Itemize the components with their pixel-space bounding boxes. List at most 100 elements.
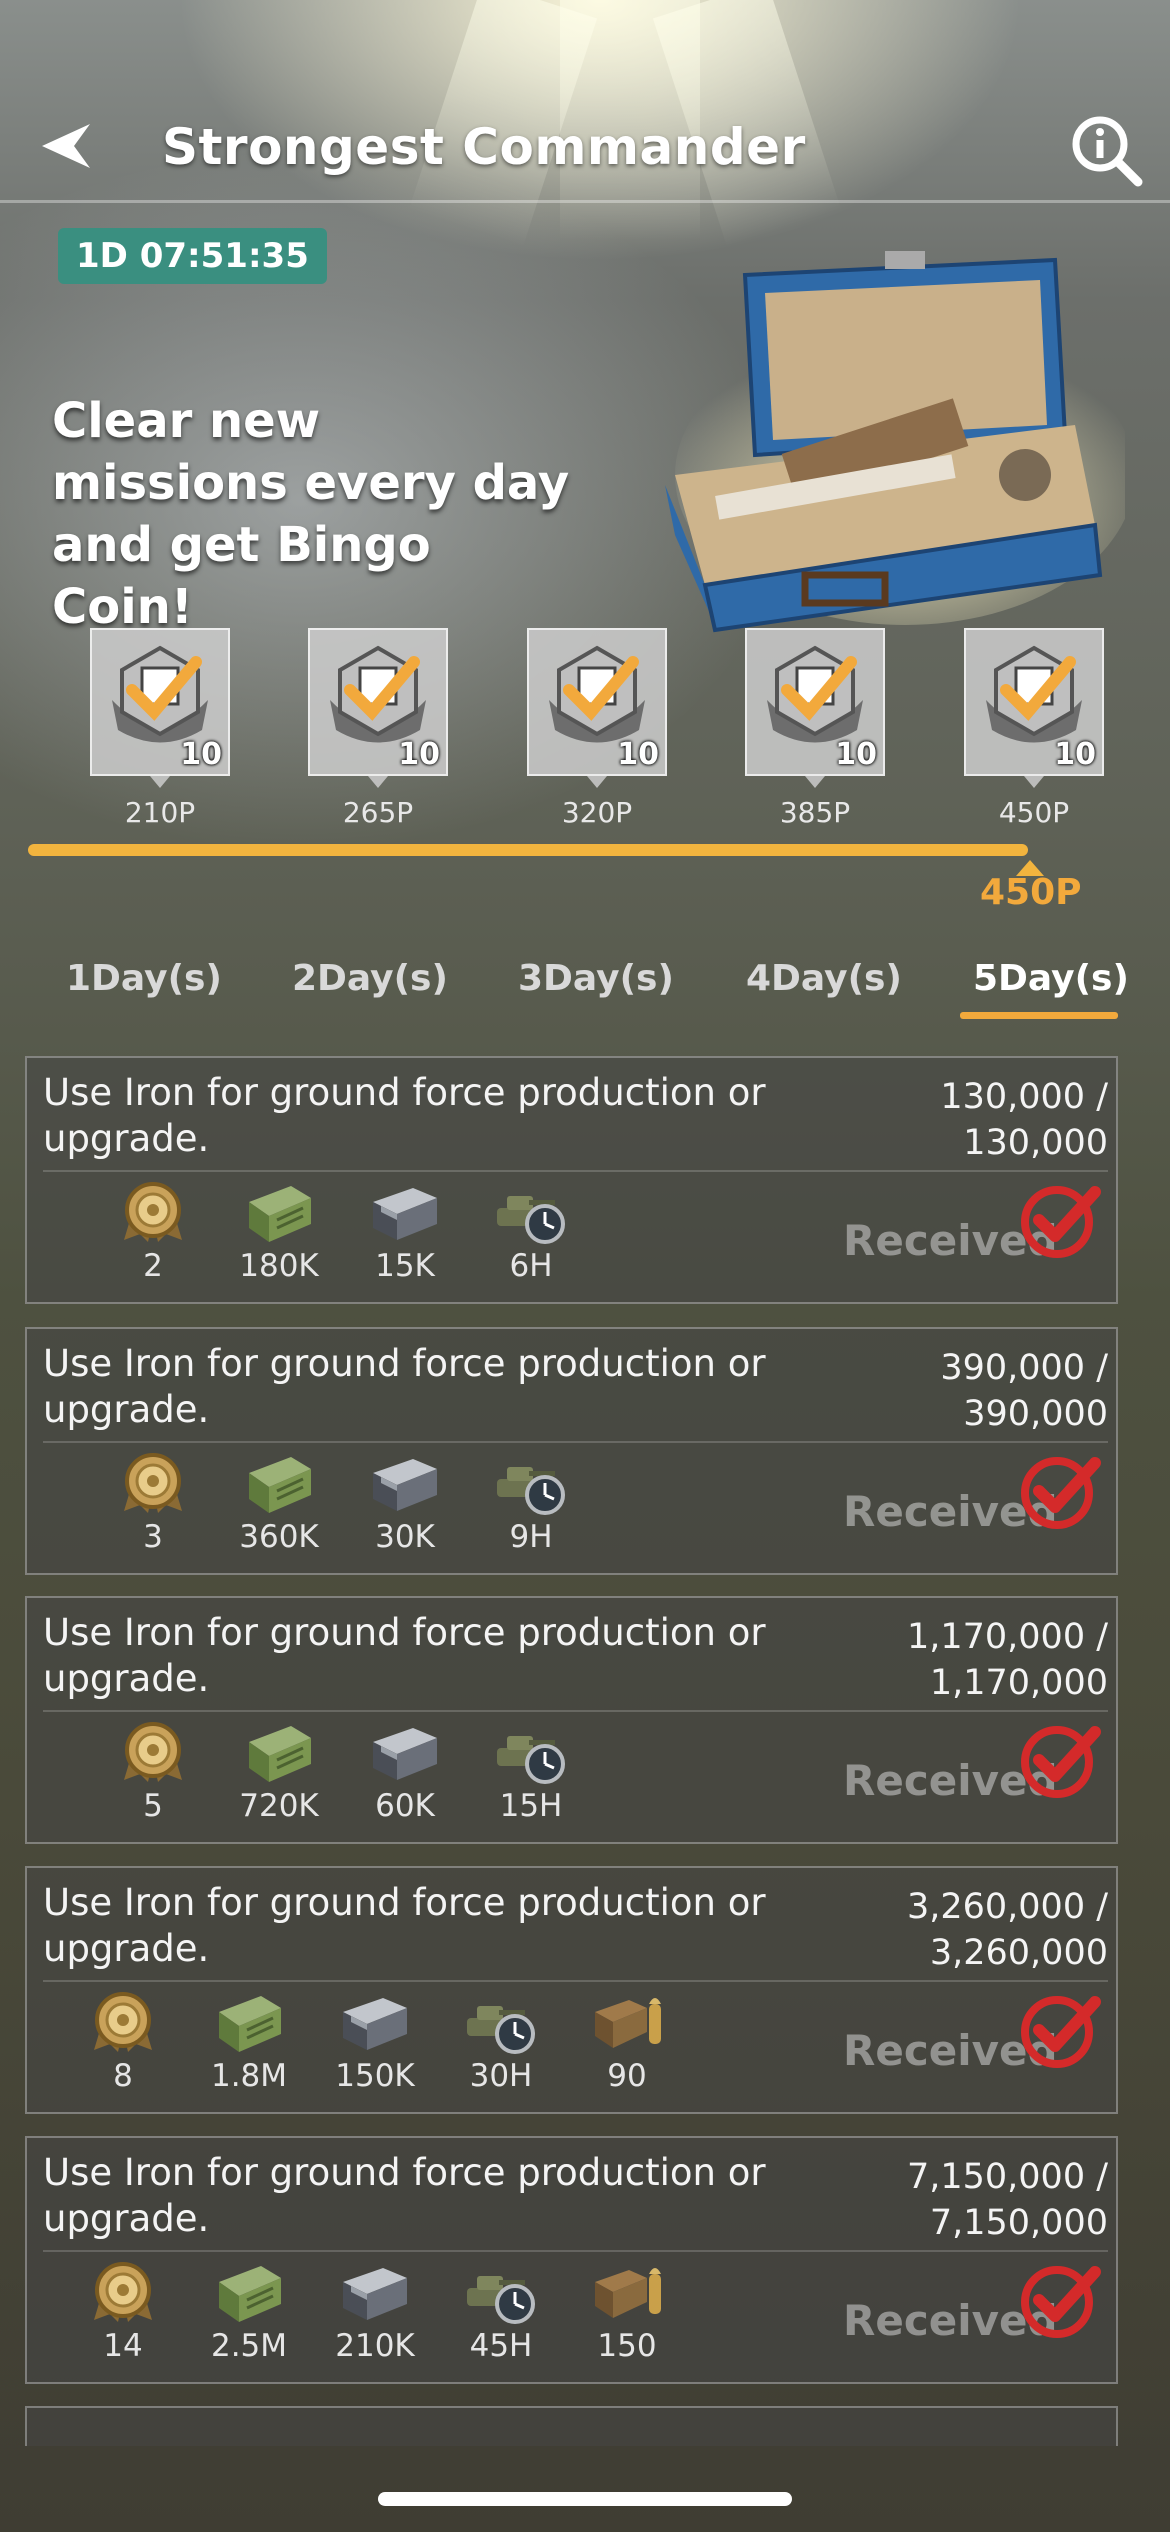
tab-day-4[interactable]: 4Day(s)	[746, 958, 902, 999]
milestone-qty: 10	[398, 737, 440, 772]
mission-card: Use Iron for ground force production or …	[25, 1866, 1118, 2114]
iron-ingot-icon	[355, 1720, 455, 1786]
mission-progress-current: 7,150,000 /	[906, 2157, 1108, 2197]
supply-crate-icon	[229, 1451, 329, 1517]
reward-value: 9H	[509, 1519, 553, 1555]
reward-value: 360K	[239, 1519, 319, 1555]
ammo-box-icon	[577, 2260, 677, 2326]
reward-value: 720K	[239, 1788, 319, 1824]
reward-value: 45H	[469, 2328, 533, 2364]
home-indicator[interactable]	[378, 2492, 792, 2506]
active-tab-indicator	[960, 1012, 1118, 1019]
reward-item[interactable]: 9H	[481, 1451, 581, 1555]
speedup-tank-clock-icon	[451, 2260, 551, 2326]
mission-progress-current: 130,000 /	[940, 1077, 1108, 1117]
mission-card	[25, 2406, 1118, 2446]
reward-item[interactable]: 210K	[325, 2260, 425, 2364]
milestone-points: 450P	[998, 796, 1070, 829]
reward-item[interactable]: 15H	[481, 1720, 581, 1824]
reward-item[interactable]: 360K	[229, 1451, 329, 1555]
reward-value: 8	[113, 2058, 133, 2094]
reward-value: 15H	[499, 1788, 563, 1824]
mission-description: Use Iron for ground force production or …	[43, 1342, 766, 1431]
mission-divider	[43, 1980, 1108, 1982]
mission-progress: 130,000 / 130,000	[808, 1074, 1108, 1166]
iron-ingot-icon	[355, 1451, 455, 1517]
mission-progress-target: 7,150,000	[929, 2203, 1108, 2243]
speedup-tank-clock-icon	[481, 1180, 581, 1246]
tab-day-5[interactable]: 5Day(s)	[973, 958, 1129, 999]
medal-coin-icon	[103, 1180, 203, 1246]
bingo-coin-icon	[330, 645, 426, 743]
completed-check-icon	[1017, 1718, 1101, 1802]
mission-progress-current: 390,000 /	[940, 1348, 1108, 1388]
completed-check-icon	[1017, 1988, 1101, 2072]
speedup-tank-clock-icon	[481, 1720, 581, 1786]
milestone-reward[interactable]: 10	[964, 628, 1104, 788]
reward-item[interactable]: 60K	[355, 1720, 455, 1824]
mission-progress-current: 1,170,000 /	[906, 1617, 1108, 1657]
medal-coin-icon	[103, 1720, 203, 1786]
reward-item[interactable]: 30K	[355, 1451, 455, 1555]
completed-check-icon	[1017, 1178, 1101, 1262]
reward-item[interactable]: 720K	[229, 1720, 329, 1824]
reward-value: 150K	[335, 2058, 415, 2094]
event-timer: 1D 07:51:35	[58, 228, 327, 284]
mission-card: Use Iron for ground force production or …	[25, 1596, 1118, 1844]
reward-item[interactable]: 14	[73, 2260, 173, 2364]
reward-value: 30K	[375, 1519, 435, 1555]
reward-item[interactable]: 2	[103, 1180, 203, 1284]
page-title: Strongest Commander	[162, 118, 806, 176]
mission-progress-target: 1,170,000	[929, 1663, 1108, 1703]
reward-chest-icon	[665, 251, 1125, 633]
back-arrow-icon[interactable]	[40, 122, 92, 170]
mission-card: Use Iron for ground force production or …	[25, 1327, 1118, 1575]
medal-coin-icon	[103, 1451, 203, 1517]
reward-value: 60K	[375, 1788, 435, 1824]
milestone-reward[interactable]: 10	[745, 628, 885, 788]
mission-progress: 1,170,000 / 1,170,000	[808, 1614, 1108, 1706]
milestone-reward[interactable]: 10	[308, 628, 448, 788]
reward-item[interactable]: 1.8M	[199, 1990, 299, 2094]
speedup-tank-clock-icon	[451, 1990, 551, 2056]
completed-check-icon	[1017, 1449, 1101, 1533]
reward-value: 3	[143, 1519, 163, 1555]
reward-item[interactable]: 6H	[481, 1180, 581, 1284]
supply-crate-icon	[229, 1720, 329, 1786]
reward-item[interactable]: 5	[103, 1720, 203, 1824]
milestone-reward[interactable]: 10	[527, 628, 667, 788]
milestone-points: 385P	[779, 796, 851, 829]
bingo-coin-icon	[767, 645, 863, 743]
reward-item[interactable]: 3	[103, 1451, 203, 1555]
reward-item[interactable]: 180K	[229, 1180, 329, 1284]
header-divider	[0, 200, 1170, 203]
reward-item[interactable]: 90	[577, 1990, 677, 2094]
iron-ingot-icon	[325, 1990, 425, 2056]
mission-card: Use Iron for ground force production or …	[25, 1056, 1118, 1304]
milestone-qty: 10	[180, 737, 222, 772]
reward-item[interactable]: 30H	[451, 1990, 551, 2094]
mission-progress: 7,150,000 / 7,150,000	[808, 2154, 1108, 2246]
reward-item[interactable]: 8	[73, 1990, 173, 2094]
mission-progress-target: 3,260,000	[929, 1933, 1108, 1973]
milestone-qty: 10	[617, 737, 659, 772]
reward-value: 5	[143, 1788, 163, 1824]
milestone-points: 265P	[342, 796, 414, 829]
current-points: 450P	[980, 872, 1082, 913]
milestone-qty: 10	[835, 737, 877, 772]
tab-day-1[interactable]: 1Day(s)	[66, 958, 222, 999]
tab-day-3[interactable]: 3Day(s)	[518, 958, 674, 999]
mission-divider	[43, 1710, 1108, 1712]
reward-item[interactable]: 2.5M	[199, 2260, 299, 2364]
milestone-reward[interactable]: 10	[90, 628, 230, 788]
tab-day-2[interactable]: 2Day(s)	[292, 958, 448, 999]
reward-value: 150	[597, 2328, 657, 2364]
supply-crate-icon	[229, 1180, 329, 1246]
reward-item[interactable]: 15K	[355, 1180, 455, 1284]
reward-item[interactable]: 150K	[325, 1990, 425, 2094]
reward-item[interactable]: 45H	[451, 2260, 551, 2364]
speedup-tank-clock-icon	[481, 1451, 581, 1517]
reward-item[interactable]: 150	[577, 2260, 677, 2364]
bingo-coin-icon	[986, 645, 1082, 743]
info-search-icon[interactable]	[1068, 112, 1144, 188]
